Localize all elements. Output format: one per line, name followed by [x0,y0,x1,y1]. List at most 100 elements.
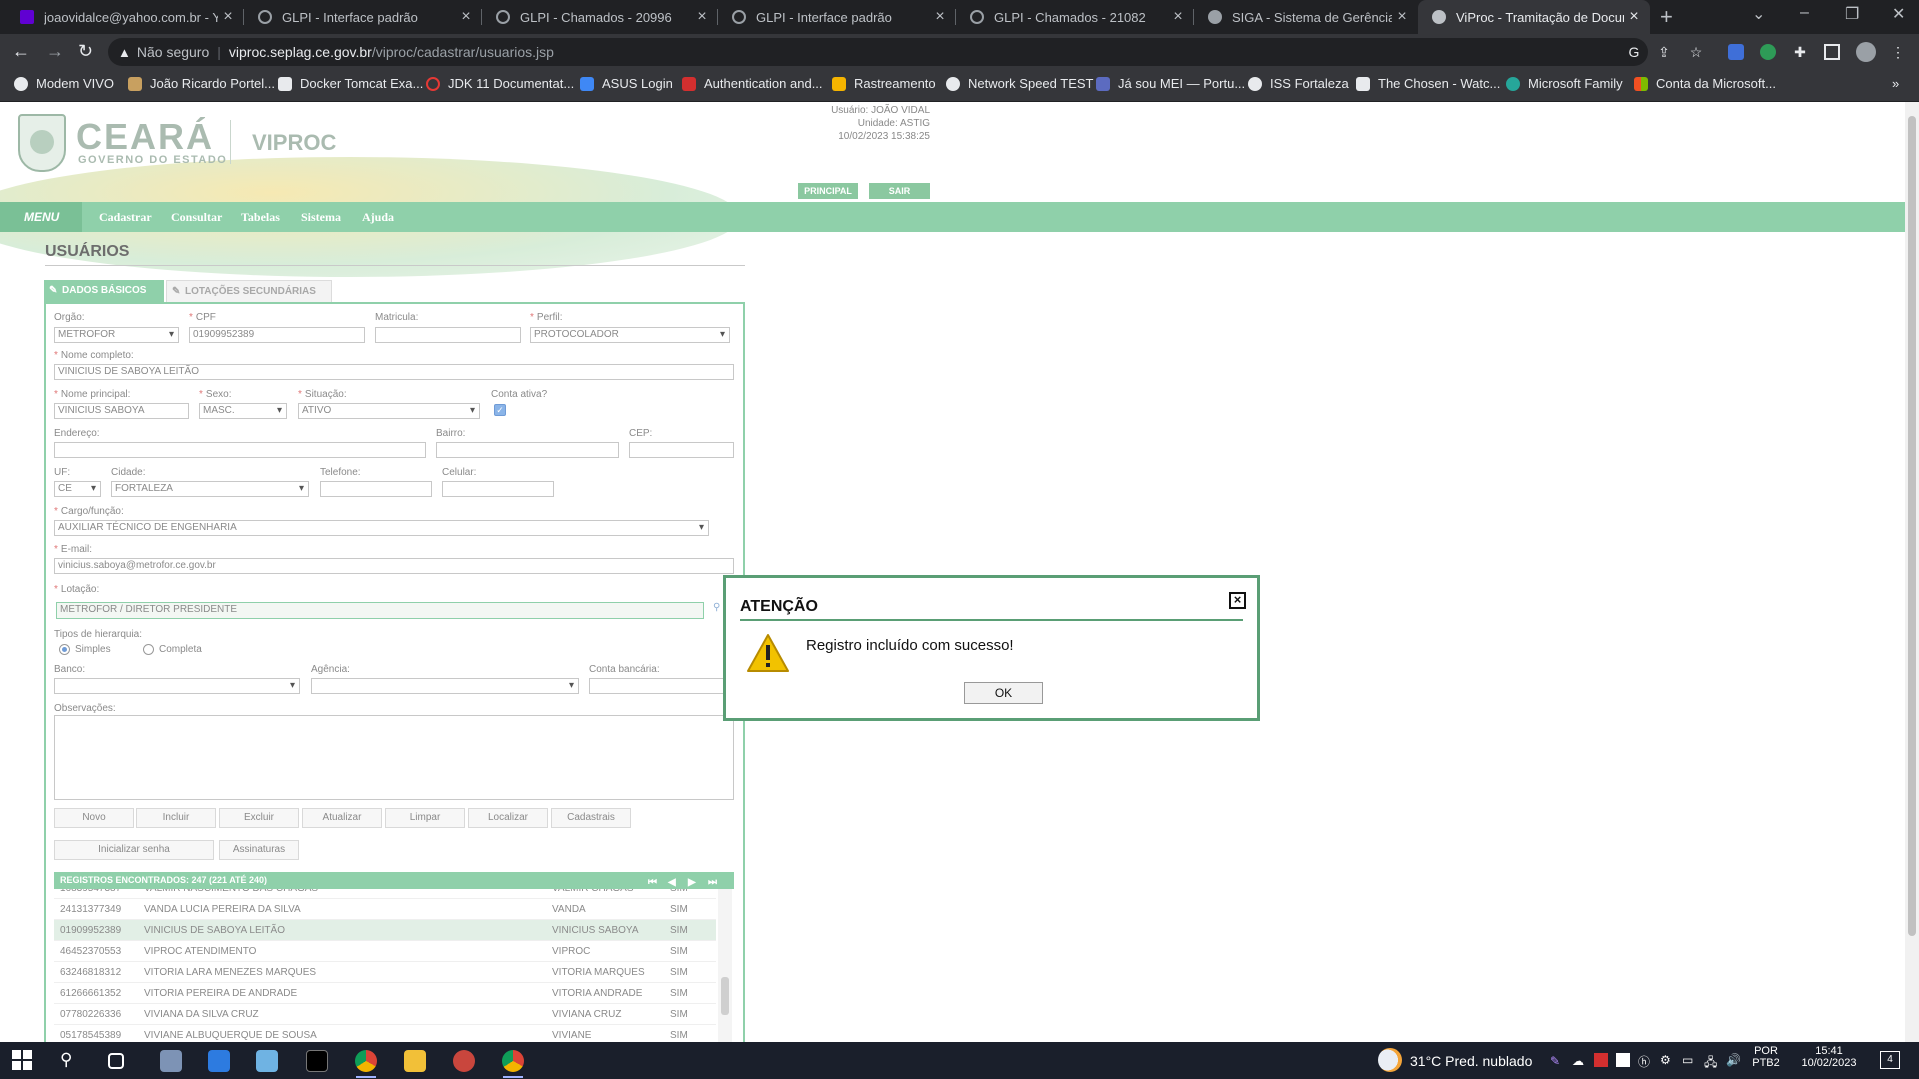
celular-field[interactable] [442,481,554,497]
matricula-field[interactable] [375,327,521,343]
nome-principal-field[interactable]: VINICIUS SABOYA [54,403,189,419]
browser-tab-viproc[interactable]: ViProc - Tramitação de Documentos × [1418,0,1650,34]
cadastrais-button[interactable]: Cadastrais [551,808,631,828]
perfil-select[interactable]: PROTOCOLADOR [530,327,730,343]
chrome-menu-icon[interactable]: ⋮ [1890,44,1906,60]
back-arrow-icon[interactable]: ← [12,41,30,62]
page-scrollbar-thumb[interactable] [1908,116,1916,936]
table-row[interactable]: 07780226336 VIVIANA DA SILVA CRUZ VIVIANA … [54,1004,716,1025]
close-tab-icon[interactable]: × [692,8,712,26]
novo-button[interactable]: Novo [54,808,134,828]
bookmark-docker-tomcat[interactable]: Docker Tomcat Exa... [278,76,423,91]
chrome-icon[interactable] [355,1050,377,1072]
close-tab-icon[interactable]: × [1168,8,1188,26]
bookmark-modem-vivo[interactable]: Modem VIVO [14,76,114,91]
table-row-selected[interactable]: 01909952389 VINICIUS DE SABOYA LEITÃO VINI… [54,920,716,941]
bookmark-rastreamento[interactable]: Rastreamento [832,76,936,91]
bookmark-jdk11[interactable]: JDK 11 Documentat... [426,76,574,91]
table-row[interactable]: 16839547387VALMIR NASCIMENTO DAS CHAGASV… [54,889,716,899]
inicializar-senha-button[interactable]: Inicializar senha [54,840,214,860]
pen-icon[interactable]: ✎ [1550,1054,1560,1068]
cloud-icon[interactable]: ☁ [1572,1054,1584,1068]
weather-icon[interactable] [1378,1048,1402,1072]
grid-scrollbar[interactable] [718,889,732,1042]
close-tab-icon[interactable]: × [1392,8,1412,26]
uf-select[interactable]: CE [54,481,101,497]
new-tab-button[interactable]: + [1660,4,1673,30]
volume-icon[interactable]: 🔊 [1726,1053,1741,1067]
assinaturas-button[interactable]: Assinaturas [219,840,299,860]
banco-select[interactable] [54,678,300,694]
principal-button[interactable]: PRINCIPAL [798,183,858,199]
telefone-field[interactable] [320,481,432,497]
grid-scrollbar-thumb[interactable] [721,977,729,1015]
app-icon-8[interactable] [453,1050,475,1072]
sair-button[interactable]: SAIR [869,183,930,199]
app-icon-3[interactable] [256,1050,278,1072]
restore-button[interactable]: ❐ [1845,4,1859,24]
menu-item-tabelas[interactable]: Tabelas [241,210,280,225]
email-field[interactable]: vinicius.saboya@metrofor.ce.gov.br [54,558,734,574]
close-tab-icon[interactable]: × [456,8,476,26]
bookmark-asus-login[interactable]: ASUS Login [580,76,673,91]
hp-icon[interactable]: ⓗ [1638,1053,1650,1070]
table-row[interactable]: 61266661352 VITORIA PEREIRA DE ANDRADE VIT… [54,983,716,1004]
tab-search-icon[interactable]: ⌄ [1752,4,1765,24]
file-explorer-icon[interactable] [404,1050,426,1072]
agencia-select[interactable] [311,678,579,694]
browser-tab-glpi-3[interactable]: GLPI - Interface padrão × [718,0,956,34]
localizar-button[interactable]: Localizar [468,808,548,828]
chrome-icon[interactable] [502,1050,524,1072]
search-icon[interactable]: ⚲ [60,1050,82,1072]
orgao-select[interactable]: METROFOR [54,327,179,343]
atualizar-button[interactable]: Atualizar [302,808,382,828]
vs-tray-icon[interactable] [1616,1053,1630,1067]
observacoes-textarea[interactable] [54,715,734,800]
battery-icon[interactable]: ▭ [1682,1053,1693,1067]
bookmark-network-speed[interactable]: Network Speed TEST [946,76,1093,91]
browser-tab-yahoo[interactable]: joaovidalce@yahoo.com.br - Yahoo × [6,0,244,34]
extension-badge-icon[interactable] [1760,44,1776,60]
table-row[interactable]: 24131377349 VANDA LUCIA PEREIRA DA SILVA V… [54,899,716,920]
windows-start-icon[interactable] [12,1050,34,1072]
nome-completo-field[interactable]: VINICIUS DE SABOYA LEITÃO [54,364,734,380]
bookmark-mei[interactable]: Já sou MEI — Portu... [1096,76,1245,91]
notifications-icon[interactable]: 4 [1880,1051,1900,1069]
app-tray-icon[interactable] [1594,1053,1608,1067]
warning-triangle-icon[interactable]: ▲ [118,45,131,60]
weather-text[interactable]: 31°C Pred. nublado [1410,1053,1532,1069]
profile-avatar[interactable] [1856,42,1876,62]
limpar-button[interactable]: Limpar [385,808,465,828]
bairro-field[interactable] [436,442,619,458]
store-icon[interactable] [208,1050,230,1072]
bookmark-iss-fortaleza[interactable]: ISS Fortaleza [1248,76,1349,91]
bookmarks-overflow-icon[interactable]: » [1892,76,1899,91]
browser-tab-glpi-1[interactable]: GLPI - Interface padrão × [244,0,482,34]
endereco-field[interactable] [54,442,426,458]
close-tab-icon[interactable]: × [930,8,950,26]
close-tab-icon[interactable]: × [218,8,238,26]
task-view-icon[interactable] [108,1053,124,1069]
search-icon[interactable]: ⚲ [713,602,720,613]
cpf-field[interactable]: 01909952389 [189,327,365,343]
bookmark-authentication[interactable]: Authentication and... [682,76,823,91]
app-icon-1[interactable] [160,1050,182,1072]
incluir-button[interactable]: Incluir [136,808,216,828]
bookmark-microsoft-family[interactable]: Microsoft Family [1506,76,1623,91]
extensions-puzzle-icon[interactable]: ✚ [1792,44,1808,60]
hierarquia-completa-radio[interactable] [143,644,154,655]
address-bar[interactable]: ▲ Não seguro | viproc.seplag.ce.gov.br/v… [108,38,1648,66]
bookmark-conta-microsoft[interactable]: Conta da Microsoft... [1634,76,1776,91]
table-row[interactable]: 46452370553 VIPROC ATENDIMENTO VIPROC SIM [54,941,716,962]
ok-button[interactable]: OK [964,682,1043,704]
close-window-button[interactable]: ✕ [1892,4,1905,24]
conta-ativa-checkbox[interactable]: ✓ [494,404,506,416]
network-tray-icon[interactable]: ⚙ [1660,1053,1671,1067]
menu-item-cadastrar[interactable]: Cadastrar [99,210,152,225]
page-scrollbar[interactable] [1905,102,1919,1042]
table-row[interactable]: 05178545389 VIVIANE ALBUQUERQUE DE SOUSA V… [54,1025,716,1042]
tab-lotacoes-secundarias[interactable]: ✎ LOTAÇÕES SECUNDÁRIAS [166,280,332,302]
hierarquia-simples-radio[interactable] [59,644,70,655]
forward-arrow-icon[interactable]: → [46,41,64,62]
menu-item-sistema[interactable]: Sistema [301,210,341,225]
